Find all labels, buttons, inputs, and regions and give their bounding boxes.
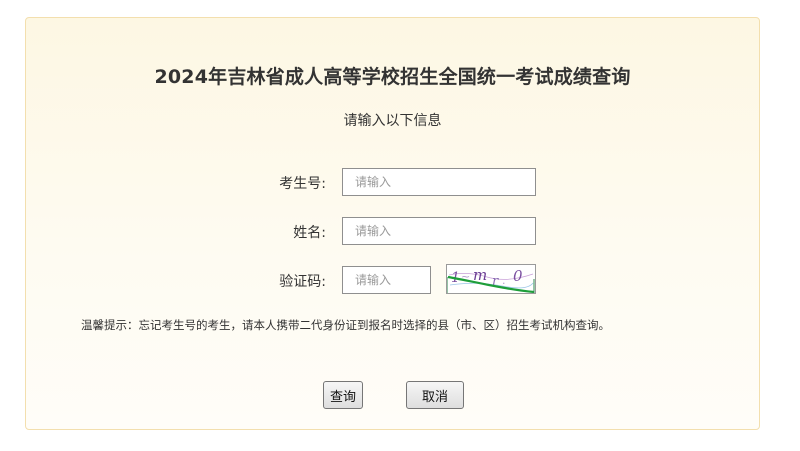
name-input[interactable] (342, 217, 536, 245)
query-panel: 2024年吉林省成人高等学校招生全国统一考试成绩查询 请输入以下信息 考生号: … (25, 17, 760, 430)
captcha-char-6: 0 (513, 267, 523, 285)
exam-number-input[interactable] (342, 168, 536, 196)
cancel-button[interactable]: 取消 (406, 381, 464, 409)
page-title: 2024年吉林省成人高等学校招生全国统一考试成绩查询 (154, 66, 631, 88)
captcha-char-5: . (502, 274, 506, 287)
captcha-label: 验证码: (279, 274, 326, 290)
exam-number-label: 考生号: (279, 176, 326, 192)
captcha-input[interactable] (342, 266, 431, 294)
name-label: 姓名: (293, 225, 326, 241)
captcha-graphic: 1 ~ m r . 0 (447, 266, 535, 293)
query-button[interactable]: 查询 (323, 381, 363, 409)
captcha-image[interactable]: 1 ~ m r . 0 (446, 264, 536, 294)
hint-text: 温馨提示：忘记考生号的考生，请本人携带二代身份证到报名时选择的县（市、区）招生考… (81, 318, 610, 332)
form-subtitle: 请输入以下信息 (343, 113, 442, 129)
